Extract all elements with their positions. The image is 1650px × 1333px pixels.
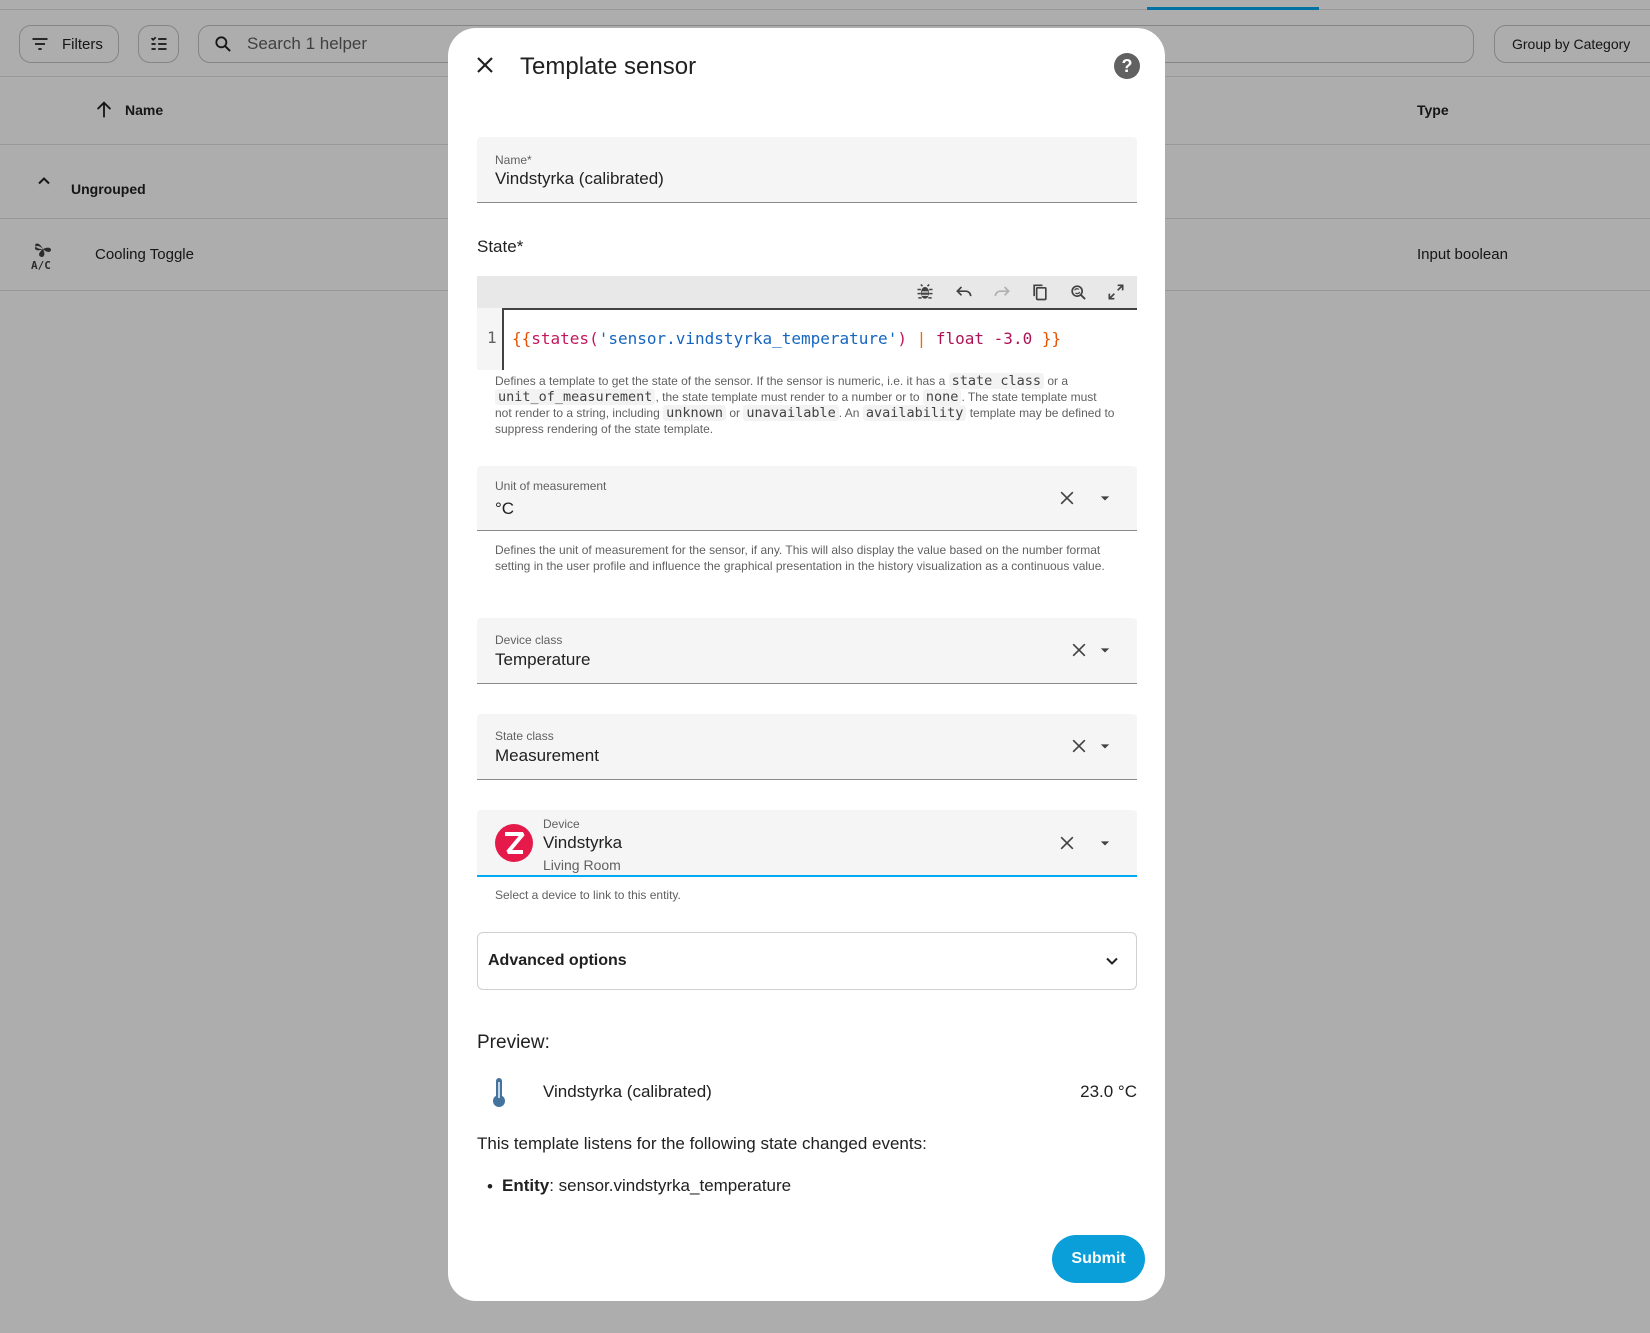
list-bullet: •: [487, 1177, 493, 1196]
editor-gutter: 1: [477, 308, 503, 370]
dropdown-arrow-icon[interactable]: [1095, 833, 1115, 853]
submit-button[interactable]: Submit: [1052, 1235, 1145, 1283]
undo-icon[interactable]: [954, 282, 974, 302]
search-replace-icon[interactable]: [1068, 282, 1088, 302]
state-class-label: State class: [495, 729, 554, 743]
dropdown-arrow-icon[interactable]: [1095, 488, 1115, 508]
help-icon[interactable]: ?: [1114, 53, 1140, 79]
thermometer-icon: [493, 1078, 505, 1107]
code-function: states(: [531, 329, 599, 348]
helper-code: state class: [948, 373, 1044, 389]
advanced-options-label: Advanced options: [488, 952, 627, 969]
state-label: State*: [477, 237, 524, 256]
preview-title: Preview:: [477, 1032, 550, 1053]
unit-field-label: Unit of measurement: [495, 479, 607, 493]
name-field[interactable]: Name* Vindstyrka (calibrated): [477, 137, 1137, 203]
template-sensor-dialog: Template sensor ? Name* Vindstyrka (cali…: [448, 28, 1165, 1301]
fullscreen-icon[interactable]: [1106, 282, 1126, 302]
zigbee-icon: [495, 824, 533, 862]
preview-entity-row: Vindstyrka (calibrated) 23.0 °C: [477, 1072, 1137, 1112]
helper-text: or a: [1047, 374, 1069, 388]
preview-entity-name: Vindstyrka (calibrated): [543, 1082, 712, 1101]
device-class-label: Device class: [495, 633, 563, 647]
code-open-braces: {{: [512, 329, 532, 348]
device-area: Living Room: [543, 857, 621, 873]
helper-text: Defines a template to get the state of t…: [495, 374, 946, 388]
chevron-down-icon: [1106, 957, 1118, 965]
line-number: 1: [487, 328, 497, 347]
code-filter: float -3.0: [935, 329, 1033, 348]
code-pipe: |: [906, 329, 936, 348]
dropdown-arrow-icon[interactable]: [1095, 736, 1115, 756]
clear-icon[interactable]: [1069, 640, 1089, 660]
device-picker-field[interactable]: Device Vindstyrka Living Room: [477, 810, 1137, 877]
state-template-editor[interactable]: 1 {{states('sensor.vindstyrka_temperatur…: [477, 276, 1137, 370]
state-class-field[interactable]: State class Measurement: [477, 714, 1137, 780]
unit-field-value: °C: [495, 499, 515, 518]
redo-icon[interactable]: [992, 282, 1012, 302]
helper-text: , the state template must render to a nu…: [655, 390, 920, 404]
listens-text: This template listens for the following …: [477, 1134, 927, 1153]
name-field-value: Vindstyrka (calibrated): [495, 169, 664, 188]
helper-text: . An: [838, 406, 860, 420]
code-string: 'sensor.vindstyrka_temperature': [598, 329, 898, 348]
editor-code-area[interactable]: {{states('sensor.vindstyrka_temperature'…: [502, 308, 1137, 370]
code-close-paren: ): [897, 329, 907, 348]
device-class-field[interactable]: Device class Temperature: [477, 618, 1137, 684]
device-class-value: Temperature: [495, 650, 591, 669]
debug-icon[interactable]: [915, 282, 935, 302]
helper-text: or: [729, 406, 741, 420]
helper-code: unit_of_measurement: [495, 389, 656, 405]
listened-entity-item: Entity: sensor.vindstyrka_temperature: [502, 1176, 791, 1196]
editor-toolbar: [477, 276, 1137, 308]
device-field-value: Vindstyrka: [543, 833, 623, 852]
unit-helper-text: Defines the unit of measurement for the …: [495, 543, 1105, 573]
clear-icon[interactable]: [1069, 736, 1089, 756]
helper-code: none: [922, 389, 962, 405]
state-class-value: Measurement: [495, 746, 599, 765]
unit-of-measurement-field[interactable]: Unit of measurement °C: [477, 466, 1137, 531]
name-field-label: Name*: [495, 153, 532, 167]
code-close-braces: }}: [1032, 329, 1062, 348]
clear-icon[interactable]: [1057, 488, 1077, 508]
entity-id: : sensor.vindstyrka_temperature: [549, 1176, 792, 1195]
clear-icon[interactable]: [1057, 833, 1077, 853]
helper-code: unavailable: [743, 405, 839, 421]
state-helper-text: Defines a template to get the state of t…: [495, 373, 1115, 437]
helper-code: unknown: [663, 405, 727, 421]
helper-code: availability: [862, 405, 967, 421]
preview-entity-state: 23.0 °C: [1080, 1082, 1137, 1101]
code-line: {{states('sensor.vindstyrka_temperature'…: [512, 329, 1061, 348]
advanced-options-panel[interactable]: Advanced options: [477, 932, 1137, 990]
copy-icon[interactable]: [1030, 282, 1050, 302]
dropdown-arrow-icon[interactable]: [1095, 640, 1115, 660]
device-helper-text: Select a device to link to this entity.: [495, 888, 681, 902]
device-field-label: Device: [543, 817, 580, 831]
close-icon[interactable]: [473, 53, 497, 77]
dialog-title: Template sensor: [520, 53, 697, 80]
entity-label: Entity: [502, 1176, 550, 1195]
